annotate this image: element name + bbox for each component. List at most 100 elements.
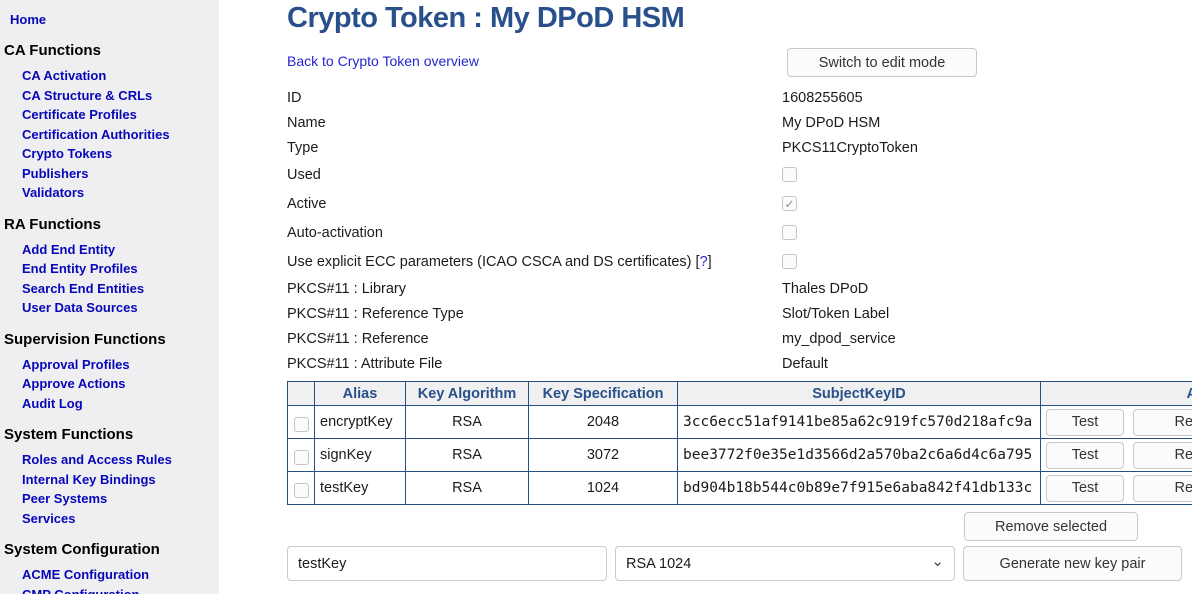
field-value: My DPoD HSM [782, 115, 880, 131]
sidebar-item-ca-activation[interactable]: CA Activation [22, 66, 219, 86]
select-column-header [288, 382, 315, 406]
key-algorithm-cell: RSA [406, 472, 529, 505]
key-algorithm-column-header: Key Algorithm [406, 382, 529, 406]
key-pairs-table: Alias Key Algorithm Key Specification Su… [287, 381, 1192, 505]
alias-column-header: Alias [315, 382, 406, 406]
generate-new-key-pair-button[interactable]: Generate new key pair [963, 546, 1182, 581]
sidebar-section-system-functions: System Functions Roles and Access Rules … [0, 425, 219, 528]
sidebar-item-certification-authorities[interactable]: Certification Authorities [22, 125, 219, 145]
field-label: PKCS#11 : Library [287, 281, 782, 297]
remove-selected-button[interactable]: Remove selected [964, 512, 1138, 541]
main-content: Crypto Token : My DPoD HSM Back to Crypt… [287, 0, 1192, 594]
field-label: PKCS#11 : Reference [287, 331, 782, 347]
field-value: Default [782, 356, 828, 372]
key-specification-cell: 1024 [529, 472, 678, 505]
remove-key-button[interactable]: Remove [1133, 409, 1192, 436]
sidebar-item-search-end-entities[interactable]: Search End Entities [22, 279, 219, 299]
alias-cell: signKey [315, 439, 406, 472]
key-specification-column-header: Key Specification [529, 382, 678, 406]
field-label: Use explicit ECC parameters (ICAO CSCA a… [287, 254, 782, 270]
sidebar-item-end-entity-profiles[interactable]: End Entity Profiles [22, 259, 219, 279]
field-label: PKCS#11 : Reference Type [287, 306, 782, 322]
sidebar: Home CA Functions CA Activation CA Struc… [0, 0, 219, 594]
test-key-button[interactable]: Test [1046, 442, 1124, 469]
row-select-checkbox[interactable] [294, 450, 309, 465]
field-label: Name [287, 115, 782, 131]
field-row-pkcs11-reference: PKCS#11 : Reference my_dpod_service [287, 326, 1192, 351]
alias-cell: testKey [315, 472, 406, 505]
sidebar-item-acme-configuration[interactable]: ACME Configuration [22, 565, 219, 585]
used-checkbox [782, 167, 797, 182]
test-key-button[interactable]: Test [1046, 409, 1124, 436]
sidebar-item-user-data-sources[interactable]: User Data Sources [22, 298, 219, 318]
row-select-checkbox[interactable] [294, 417, 309, 432]
field-value: Slot/Token Label [782, 306, 889, 322]
field-row-name: Name My DPoD HSM [287, 110, 1192, 135]
token-properties: ID 1608255605 Name My DPoD HSM Type PKCS… [287, 85, 1192, 376]
sidebar-item-certificate-profiles[interactable]: Certificate Profiles [22, 105, 219, 125]
field-row-type: Type PKCS11CryptoToken [287, 135, 1192, 160]
sidebar-section-system-configuration: System Configuration ACME Configuration … [0, 540, 219, 594]
field-value: Thales DPoD [782, 281, 868, 297]
sidebar-item-approve-actions[interactable]: Approve Actions [22, 374, 219, 394]
switch-to-edit-mode-button[interactable]: Switch to edit mode [787, 48, 977, 77]
section-title-ca-functions: CA Functions [4, 41, 219, 61]
sidebar-item-internal-key-bindings[interactable]: Internal Key Bindings [22, 470, 219, 490]
ecc-help-link[interactable]: ? [700, 254, 708, 270]
table-row: testKey RSA 1024 bd904b18b544c0b89e7f915… [288, 472, 1192, 505]
section-title-supervision-functions: Supervision Functions [4, 330, 219, 350]
subjectkeyid-cell: bee3772f0e35e1d3566d2a570ba2c6a6d4c6a795 [678, 439, 1041, 472]
explicit-ecc-checkbox[interactable] [782, 254, 797, 269]
sidebar-item-crypto-tokens[interactable]: Crypto Tokens [22, 144, 219, 164]
auto-activation-checkbox [782, 225, 797, 240]
field-row-used: Used [287, 160, 1192, 189]
field-row-pkcs11-library: PKCS#11 : Library Thales DPoD [287, 276, 1192, 301]
key-specification-cell: 3072 [529, 439, 678, 472]
field-row-pkcs11-reference-type: PKCS#11 : Reference Type Slot/Token Labe… [287, 301, 1192, 326]
field-row-auto-activation: Auto-activation [287, 218, 1192, 247]
field-label: Active [287, 196, 782, 212]
action-column-header: Action [1041, 382, 1192, 406]
new-key-alias-input[interactable] [287, 546, 607, 581]
sidebar-section-ra-functions: RA Functions Add End Entity End Entity P… [0, 215, 219, 318]
key-spec-select-wrap: RSA 1024 ⌄ [615, 546, 955, 581]
key-spec-select[interactable]: RSA 1024 [615, 546, 955, 581]
sidebar-item-services[interactable]: Services [22, 509, 219, 529]
field-row-explicit-ecc: Use explicit ECC parameters (ICAO CSCA a… [287, 247, 1192, 276]
sidebar-item-validators[interactable]: Validators [22, 183, 219, 203]
generate-key-controls: RSA 1024 ⌄ Generate new key pair [287, 546, 1192, 581]
sidebar-item-peer-systems[interactable]: Peer Systems [22, 489, 219, 509]
alias-cell: encryptKey [315, 406, 406, 439]
field-label: Type [287, 140, 782, 156]
sidebar-item-ca-structure-crls[interactable]: CA Structure & CRLs [22, 86, 219, 106]
sidebar-item-roles-and-access-rules[interactable]: Roles and Access Rules [22, 450, 219, 470]
remove-key-button[interactable]: Remove [1133, 442, 1192, 469]
field-label: Auto-activation [287, 225, 782, 241]
remove-key-button[interactable]: Remove [1133, 475, 1192, 502]
key-specification-cell: 2048 [529, 406, 678, 439]
sidebar-item-audit-log[interactable]: Audit Log [22, 394, 219, 414]
sidebar-item-approval-profiles[interactable]: Approval Profiles [22, 355, 219, 375]
section-title-system-configuration: System Configuration [4, 540, 219, 560]
field-label: PKCS#11 : Attribute File [287, 356, 782, 372]
table-row: signKey RSA 3072 bee3772f0e35e1d3566d2a5… [288, 439, 1192, 472]
key-algorithm-cell: RSA [406, 406, 529, 439]
sidebar-item-home[interactable]: Home [10, 10, 219, 29]
sidebar-item-cmp-configuration[interactable]: CMP Configuration [22, 585, 219, 594]
table-row: encryptKey RSA 2048 3cc6ecc51af9141be85a… [288, 406, 1192, 439]
sidebar-item-add-end-entity[interactable]: Add End Entity [22, 240, 219, 260]
help-bracket-close: ] [708, 254, 712, 270]
sidebar-section-ca-functions: CA Functions CA Activation CA Structure … [0, 41, 219, 203]
field-row-pkcs11-attribute-file: PKCS#11 : Attribute File Default [287, 351, 1192, 376]
field-value: 1608255605 [782, 90, 863, 106]
test-key-button[interactable]: Test [1046, 475, 1124, 502]
ecc-label-text: Use explicit ECC parameters (ICAO CSCA a… [287, 254, 692, 270]
section-title-system-functions: System Functions [4, 425, 219, 445]
sidebar-item-publishers[interactable]: Publishers [22, 164, 219, 184]
subjectkeyid-cell: 3cc6ecc51af9141be85a62c919fc570d218afc9a [678, 406, 1041, 439]
row-select-checkbox[interactable] [294, 483, 309, 498]
key-algorithm-cell: RSA [406, 439, 529, 472]
subjectkeyid-column-header: SubjectKeyID [678, 382, 1041, 406]
field-label: Used [287, 167, 782, 183]
back-to-overview-link[interactable]: Back to Crypto Token overview [287, 53, 479, 69]
